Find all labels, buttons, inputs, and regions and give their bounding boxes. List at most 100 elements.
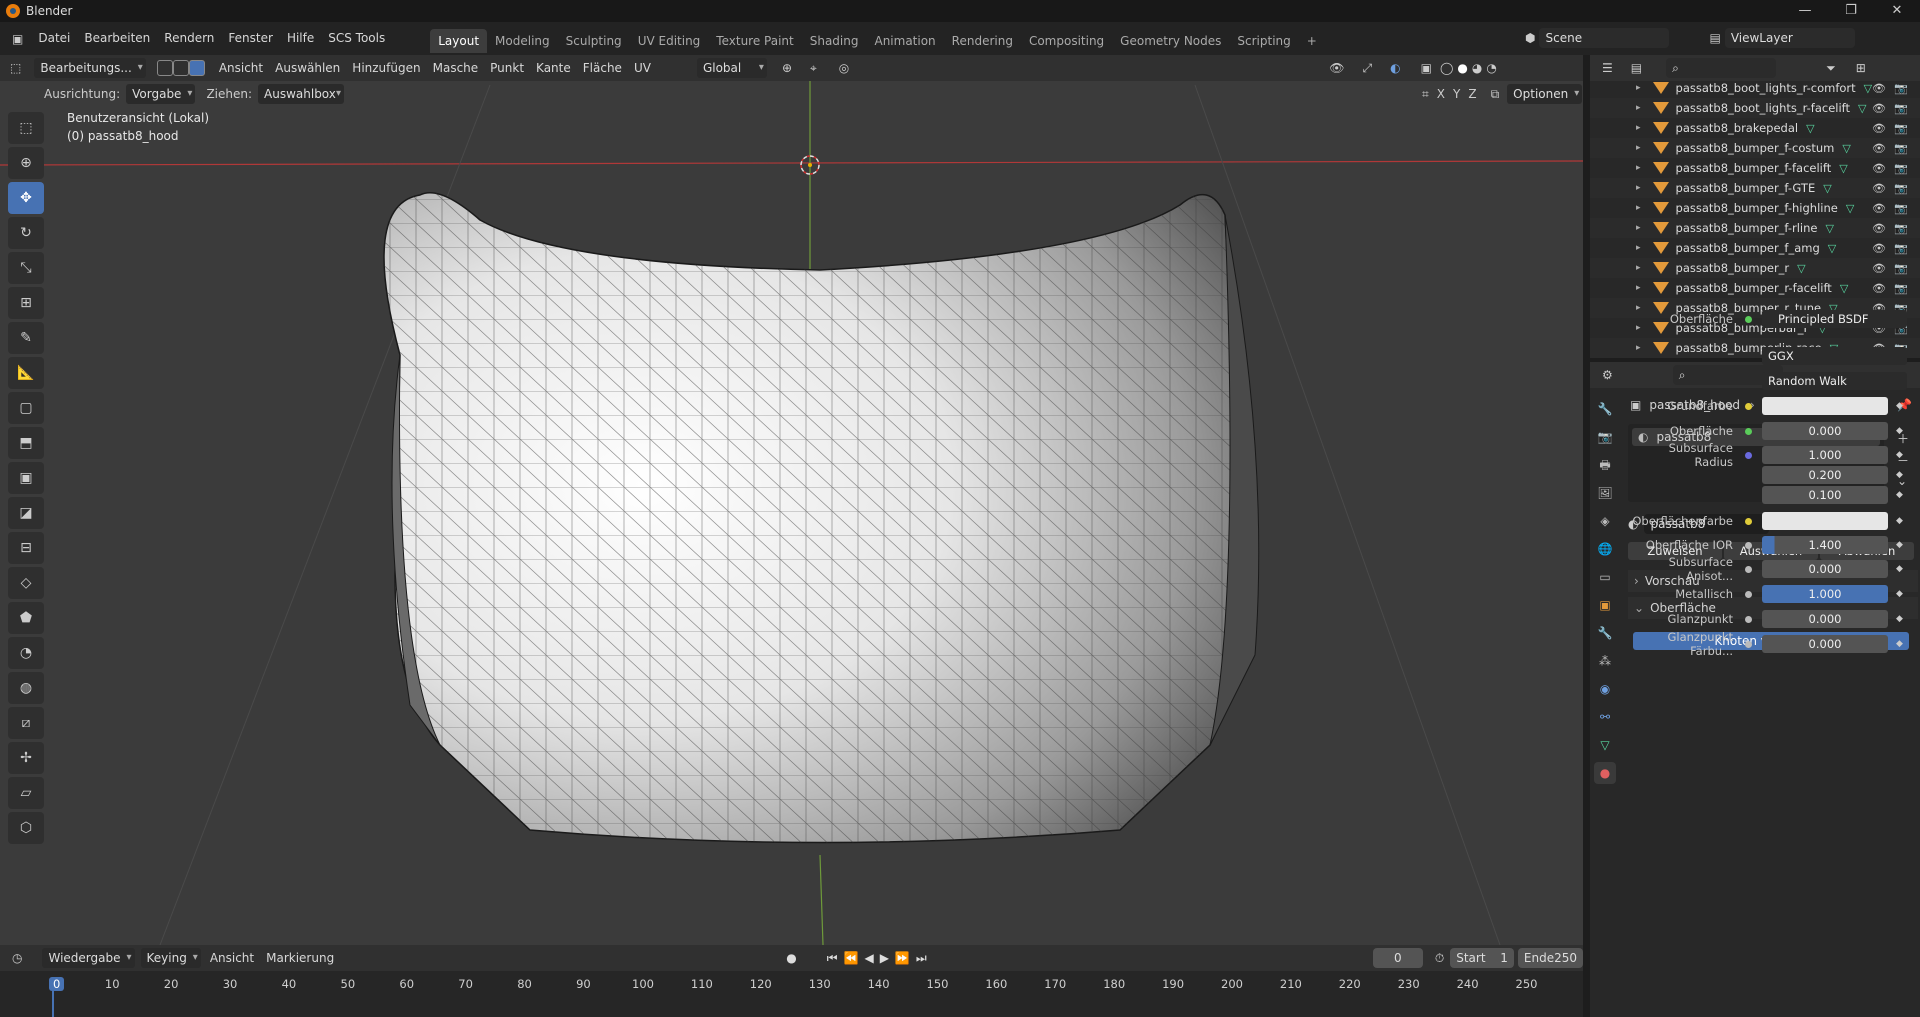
data-tab-icon[interactable]: ▽ bbox=[1594, 734, 1616, 756]
property-value-field[interactable]: 1.400 bbox=[1762, 536, 1888, 554]
visibility-eye-icon[interactable]: 👁 bbox=[1872, 102, 1886, 115]
visibility-eye-icon[interactable]: 👁 bbox=[1872, 162, 1886, 175]
expand-arrow-icon[interactable]: ▸ bbox=[1636, 143, 1641, 153]
jump-start-icon[interactable]: ⏮ bbox=[827, 951, 838, 966]
close-button[interactable]: ✕ bbox=[1874, 0, 1920, 22]
keyframe-dot-icon[interactable]: ◆ bbox=[1896, 401, 1903, 411]
transform-tool-icon[interactable]: ⊞ bbox=[8, 287, 44, 319]
tab-animation[interactable]: Animation bbox=[866, 29, 943, 53]
view-layer-tab-icon[interactable]: 🖼 bbox=[1594, 482, 1616, 504]
render-camera-icon[interactable]: 📷 bbox=[1894, 182, 1908, 195]
property-value-field[interactable] bbox=[1762, 397, 1888, 415]
frame-start-field[interactable]: Start 1 bbox=[1450, 948, 1514, 968]
tab-shading[interactable]: Shading bbox=[802, 29, 867, 53]
menu-edge[interactable]: Kante bbox=[530, 61, 577, 75]
keyframe-dot-icon[interactable]: ◆ bbox=[1896, 516, 1903, 526]
transform-orientation-dropdown[interactable]: Global bbox=[696, 58, 767, 78]
pivot-icon[interactable]: ⊕ bbox=[782, 61, 792, 75]
keyframe-dot-icon[interactable]: ◆ bbox=[1896, 426, 1903, 436]
tab-texture-paint[interactable]: Texture Paint bbox=[708, 29, 801, 53]
measure-tool-icon[interactable]: 📐 bbox=[8, 357, 44, 389]
tab-sculpting[interactable]: Sculpting bbox=[558, 29, 630, 53]
scene-tab-icon[interactable]: ◈ bbox=[1594, 510, 1616, 532]
render-camera-icon[interactable]: 📷 bbox=[1894, 222, 1908, 235]
render-camera-icon[interactable]: 📷 bbox=[1894, 82, 1908, 95]
render-camera-icon[interactable]: 📷 bbox=[1894, 122, 1908, 135]
expand-arrow-icon[interactable]: ▸ bbox=[1636, 83, 1641, 93]
extrude-tool-icon[interactable]: ⬒ bbox=[8, 427, 44, 459]
jump-end-icon[interactable]: ⏭ bbox=[916, 951, 927, 966]
visibility-eye-icon[interactable]: 👁 bbox=[1872, 182, 1886, 195]
expand-arrow-icon[interactable]: ▸ bbox=[1636, 183, 1641, 193]
outliner-item[interactable]: ▸ passatb8_bumper_r-facelift ▽ 👁 📷 bbox=[1590, 278, 1920, 298]
select-box-tool-icon[interactable]: ⬚ bbox=[8, 112, 44, 144]
jump-key-back-icon[interactable]: ⏪ bbox=[844, 951, 859, 965]
inset-tool-icon[interactable]: ▣ bbox=[8, 462, 44, 494]
smooth-tool-icon[interactable]: ◍ bbox=[8, 672, 44, 704]
play-reverse-icon[interactable]: ◀ bbox=[864, 951, 873, 965]
particles-tab-icon[interactable]: ⁂ bbox=[1594, 650, 1616, 672]
new-collection-icon[interactable]: ⊞ bbox=[1856, 61, 1866, 75]
constraints-tab-icon[interactable]: ⚯ bbox=[1594, 706, 1616, 728]
editor-type-icon[interactable]: ◷ bbox=[12, 951, 22, 965]
poly-build-tool-icon[interactable]: ⬟ bbox=[8, 602, 44, 634]
visibility-eye-icon[interactable]: 👁 bbox=[1872, 82, 1886, 95]
move-tool-icon[interactable]: ✥ bbox=[8, 182, 44, 214]
socket-dot-icon[interactable] bbox=[1745, 640, 1752, 648]
menu-select[interactable]: Auswählen bbox=[269, 61, 346, 75]
socket-dot-icon[interactable] bbox=[1745, 427, 1752, 435]
menu-mesh[interactable]: Masche bbox=[427, 61, 485, 75]
rotate-tool-icon[interactable]: ↻ bbox=[8, 217, 44, 249]
restore-button[interactable]: ❐ bbox=[1828, 0, 1874, 22]
mirror-icon[interactable]: ⌗ bbox=[1422, 87, 1429, 102]
keyframe-dot-icon[interactable]: ◆ bbox=[1896, 470, 1903, 480]
xray-icon[interactable]: ▣ bbox=[1421, 61, 1432, 75]
expand-arrow-icon[interactable]: ▸ bbox=[1636, 163, 1641, 173]
render-tab-icon[interactable]: 📷 bbox=[1594, 426, 1616, 448]
keyframe-dot-icon[interactable]: ◆ bbox=[1896, 490, 1903, 500]
modifier-tab-icon[interactable]: 🔧 bbox=[1594, 622, 1616, 644]
editor-type-icon[interactable]: ☰ bbox=[1602, 61, 1613, 75]
visibility-eye-icon[interactable]: 👁 bbox=[1872, 222, 1886, 235]
property-value-field[interactable]: 0.000 bbox=[1762, 610, 1888, 628]
edge-slide-tool-icon[interactable]: ⧄ bbox=[8, 707, 44, 739]
tab-scripting[interactable]: Scripting bbox=[1229, 29, 1298, 53]
scene-field[interactable]: Scene bbox=[1539, 28, 1670, 48]
annotate-tool-icon[interactable]: ✎ bbox=[8, 322, 44, 354]
socket-dot-icon[interactable] bbox=[1745, 615, 1752, 623]
mode-dropdown[interactable]: Bearbeitungs... bbox=[34, 58, 146, 78]
menu-view[interactable]: Ansicht bbox=[213, 61, 269, 75]
property-value-field[interactable]: 0.000 bbox=[1762, 635, 1888, 653]
outliner-item[interactable]: ▸ passatb8_bumper_f-rline ▽ 👁 📷 bbox=[1590, 218, 1920, 238]
keyframe-dot-icon[interactable]: ◆ bbox=[1896, 540, 1903, 550]
property-value-field[interactable]: 1.000 bbox=[1762, 585, 1888, 603]
drag-dropdown[interactable]: Auswahlbox bbox=[258, 84, 345, 104]
output-tab-icon[interactable]: 🖶 bbox=[1594, 454, 1616, 476]
menu-edit[interactable]: Bearbeiten bbox=[77, 22, 157, 55]
world-tab-icon[interactable]: 🌐 bbox=[1594, 538, 1616, 560]
preview-range-icon[interactable]: ⏱ bbox=[1435, 951, 1444, 966]
menu-help[interactable]: Hilfe bbox=[280, 22, 321, 55]
visibility-eye-icon[interactable]: 👁 bbox=[1872, 202, 1886, 215]
socket-dot-icon[interactable] bbox=[1745, 402, 1752, 410]
display-mode-icon[interactable]: ▤ bbox=[1631, 61, 1642, 75]
property-value-field[interactable]: Random Walk bbox=[1762, 372, 1907, 390]
keyframe-dot-icon[interactable]: ◆ bbox=[1896, 589, 1903, 599]
editor-type-icon[interactable]: ▣ bbox=[12, 32, 23, 46]
tab-rendering[interactable]: Rendering bbox=[944, 29, 1021, 53]
rip-tool-icon[interactable]: ⬡ bbox=[8, 812, 44, 844]
keyframe-dot-icon[interactable]: ◆ bbox=[1896, 614, 1903, 624]
minimize-button[interactable]: — bbox=[1782, 0, 1828, 22]
menu-scs-tools[interactable]: SCS Tools bbox=[321, 22, 392, 55]
render-camera-icon[interactable]: 📷 bbox=[1894, 262, 1908, 275]
spin-tool-icon[interactable]: ◔ bbox=[8, 637, 44, 669]
proportional-edit-icon[interactable]: ◎ bbox=[839, 61, 849, 75]
filter-icon[interactable]: ⏷ bbox=[1826, 61, 1836, 76]
property-value-field[interactable]: Principled BSDF bbox=[1762, 310, 1907, 328]
shrink-fatten-tool-icon[interactable]: ✢ bbox=[8, 742, 44, 774]
play-icon[interactable]: ▶ bbox=[880, 951, 889, 965]
frame-end-field[interactable]: Ende 250 bbox=[1517, 948, 1583, 968]
knife-tool-icon[interactable]: ◇ bbox=[8, 567, 44, 599]
record-icon[interactable]: ● bbox=[786, 951, 796, 965]
expand-arrow-icon[interactable]: ▸ bbox=[1636, 223, 1641, 233]
